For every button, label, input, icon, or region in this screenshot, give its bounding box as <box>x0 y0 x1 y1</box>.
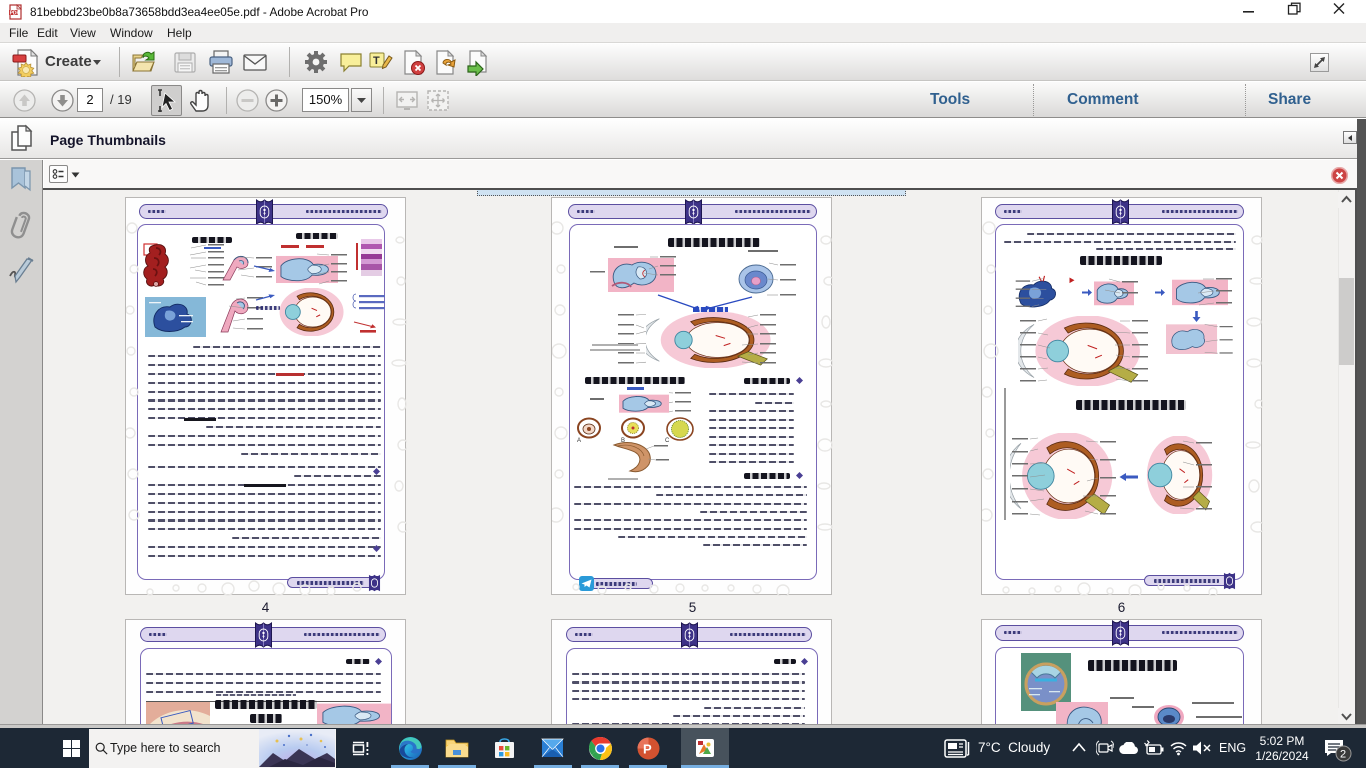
svg-text:P: P <box>643 742 652 757</box>
svg-text:T: T <box>373 55 380 67</box>
svg-text:2: 2 <box>1340 749 1346 761</box>
svg-text:PDF: PDF <box>10 10 20 16</box>
